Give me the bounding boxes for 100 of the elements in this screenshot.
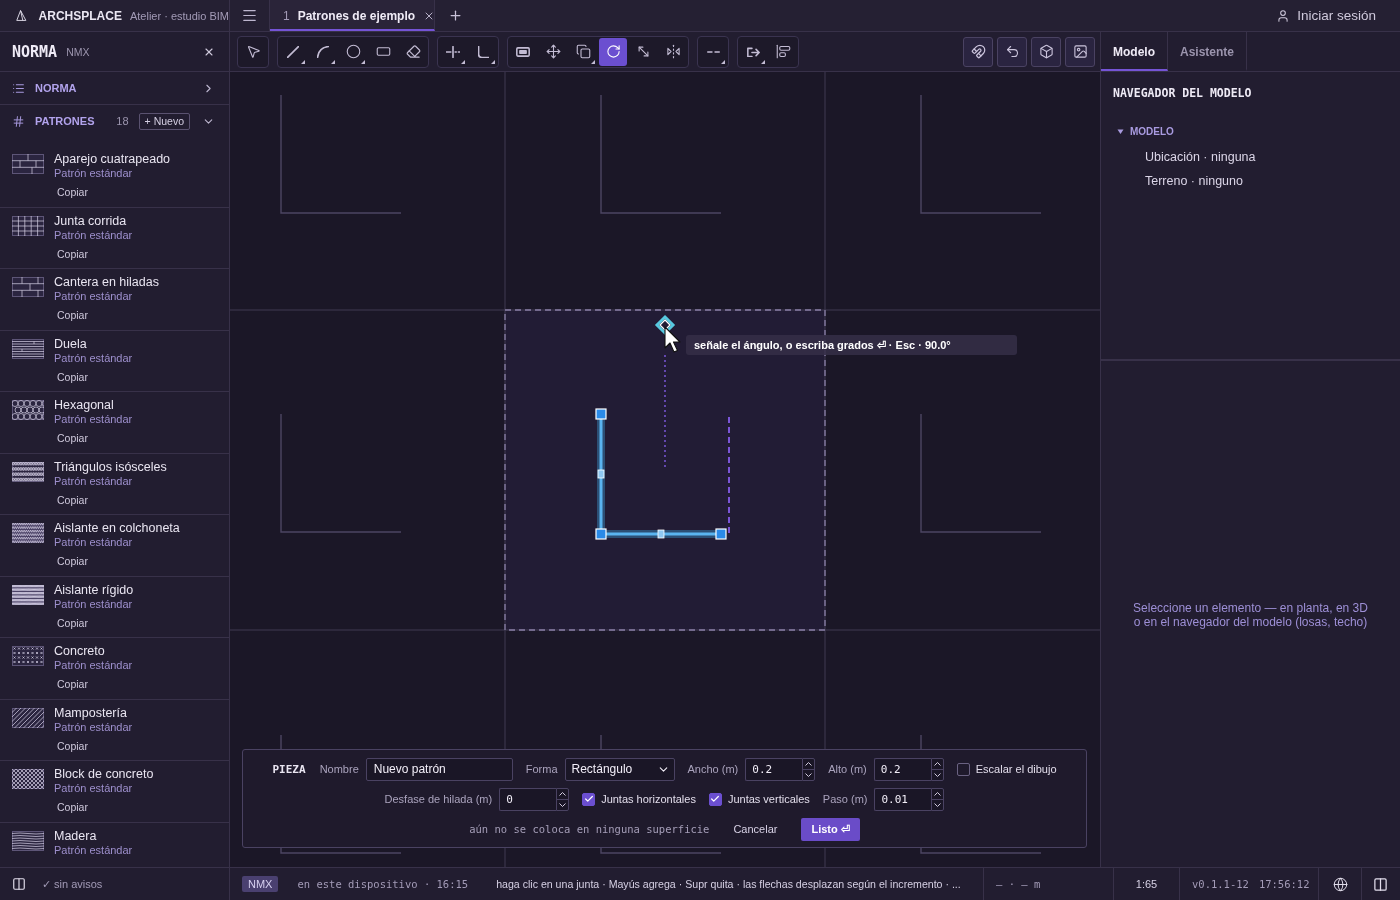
number-field[interactable]: 0.2 [873, 757, 931, 781]
tree-item[interactable]: Terreno · ninguno [1145, 174, 1243, 189]
pattern-name[interactable]: Mampostería [54, 705, 127, 721]
copy-icon [575, 44, 591, 59]
checkbox-label: Escalar el dibujo [975, 763, 1057, 775]
workspace-name: Atelier · estudio BIM [129, 9, 229, 22]
panel-tab[interactable]: Modelo [1101, 32, 1168, 71]
circle-pattern-icon [12, 400, 44, 420]
pattern-name[interactable]: Duela [54, 336, 87, 352]
new-pattern-button[interactable]: + Nuevo [138, 112, 190, 130]
copy-button[interactable]: Copiar [54, 307, 91, 323]
snap-button[interactable] [963, 36, 993, 67]
number-field[interactable]: 0.2 [745, 757, 803, 781]
image-button[interactable] [1065, 36, 1095, 67]
triangle-logo-icon [16, 8, 27, 23]
field-label: Alto (m) [828, 763, 867, 775]
checkbox-label: Juntas verticales [727, 793, 810, 805]
pattern-name[interactable]: Aparejo cuatrapeado [54, 152, 171, 167]
magnet-icon [970, 44, 986, 59]
status-note: aún no se coloca en ninguna superficie [469, 823, 710, 835]
field-label: Forma [525, 763, 558, 775]
bracket-arrow-icon [746, 46, 760, 57]
pattern-subtitle: Patrón estándar [54, 659, 133, 672]
done-button[interactable]: Listo ⏎ [801, 817, 860, 841]
canvas-tooltip: señale el ángulo, o escriba grados ⏎ · Esc · 90.0° [686, 335, 1017, 355]
checkbox[interactable] [582, 792, 596, 806]
number-field[interactable]: 0.01 [874, 787, 932, 811]
scale-readout: 1:65 [1135, 878, 1158, 890]
pattern-name[interactable]: Hexagonal [54, 398, 114, 413]
document-tab[interactable]: 1 Patrones de ejemplo [270, 0, 435, 31]
copy-button[interactable]: Copiar [54, 368, 91, 385]
stepper-icon[interactable] [802, 757, 816, 781]
tool-hint: haga clic en una junta · Mayús agrega · Supr quita · las flechas desplazan según el incremento · ... [496, 878, 961, 890]
pattern-name[interactable]: Triángulos isósceles [54, 459, 167, 475]
shape-select[interactable]: Rectángulo [564, 757, 675, 781]
stepper-icon[interactable] [931, 787, 945, 811]
eraser-icon [405, 44, 421, 59]
brick-pattern-icon [12, 154, 44, 174]
wavy-lines-icon [12, 830, 44, 851]
pattern-subtitle: Patrón estándar [54, 167, 133, 180]
pattern-name[interactable]: Concreto [54, 644, 105, 659]
copy-button[interactable]: Copiar [54, 553, 91, 569]
name-field[interactable]: Nuevo patrón [365, 757, 513, 781]
circle-icon [345, 44, 361, 59]
dot-pattern-icon [12, 646, 44, 666]
mirror-icon [665, 44, 681, 59]
brick-pattern-icon [12, 277, 44, 297]
field-label: Desfase de hilada (m) [384, 793, 493, 805]
panel-layout-icon[interactable] [12, 877, 26, 891]
list-icon [12, 81, 25, 95]
3d-view-button[interactable] [1031, 36, 1061, 67]
number-field[interactable]: 0 [499, 787, 557, 811]
warnings-status: ✓ sin avisos [42, 877, 103, 891]
field-label: Paso (m) [822, 793, 868, 805]
copy-button[interactable]: Copiar [54, 491, 91, 508]
diagonal-arrow-icon [635, 44, 651, 59]
cancel-button[interactable]: Cancelar [729, 818, 782, 840]
copy-button[interactable]: Copiar [54, 430, 91, 446]
copy-button[interactable]: Copiar [54, 676, 91, 692]
stepper-icon[interactable] [556, 787, 570, 811]
panel-tab[interactable]: Asistente [1168, 32, 1248, 71]
checkbox[interactable] [708, 792, 722, 806]
plank-pattern-icon [12, 338, 44, 359]
copy-button[interactable]: Copiar [54, 184, 91, 200]
pattern-name[interactable]: Aislante en colchoneta [54, 521, 180, 536]
login-button[interactable]: Iniciar sesión [1266, 0, 1400, 31]
pattern-subtitle: Patrón estándar [54, 720, 133, 734]
form-heading: PIEZA [272, 762, 306, 776]
standard-code: NMX [66, 45, 90, 58]
pointer-icon [245, 44, 261, 59]
checkbox[interactable] [956, 762, 970, 776]
version-text: v0.1.1-12 [1192, 878, 1249, 890]
copy-button[interactable]: Copiar [54, 245, 91, 262]
standard-badge: NMX [242, 876, 279, 892]
copy-button[interactable]: Copiar [54, 799, 91, 815]
image-icon [1072, 44, 1088, 59]
pattern-name[interactable]: Madera [54, 828, 97, 844]
tool-button[interactable] [599, 37, 627, 66]
copy-button[interactable]: Copiar [54, 737, 91, 754]
undo-button[interactable] [997, 36, 1027, 67]
section-header[interactable]: NORMA [35, 82, 77, 94]
pattern-name[interactable]: Block de concreto [54, 767, 154, 782]
pattern-name[interactable]: Cantera en hiladas [54, 275, 159, 290]
caret-down-icon[interactable] [1117, 128, 1124, 135]
tree-item[interactable]: Ubicación · ninguna [1145, 150, 1256, 165]
pattern-name[interactable]: Aislante rígido [54, 582, 134, 598]
selected-wall[interactable] [595, 408, 727, 540]
panel-layout-icon[interactable] [1373, 876, 1388, 892]
menu-icon [241, 7, 258, 24]
crosshatch-icon [12, 769, 44, 789]
section-header[interactable]: PATRONES [35, 115, 95, 127]
copy-button[interactable]: Copiar [54, 614, 91, 631]
framed-rectangle-icon [516, 46, 530, 57]
pattern-name[interactable]: Junta corrida [54, 213, 127, 229]
globe-icon[interactable] [1332, 876, 1348, 892]
pattern-count: 18 [116, 115, 129, 127]
tree-item[interactable]: MODELO [1130, 126, 1174, 137]
pattern-subtitle: Patrón estándar [54, 782, 133, 795]
rotate-icon [605, 44, 621, 59]
pattern-subtitle: Patrón estándar [54, 597, 133, 611]
